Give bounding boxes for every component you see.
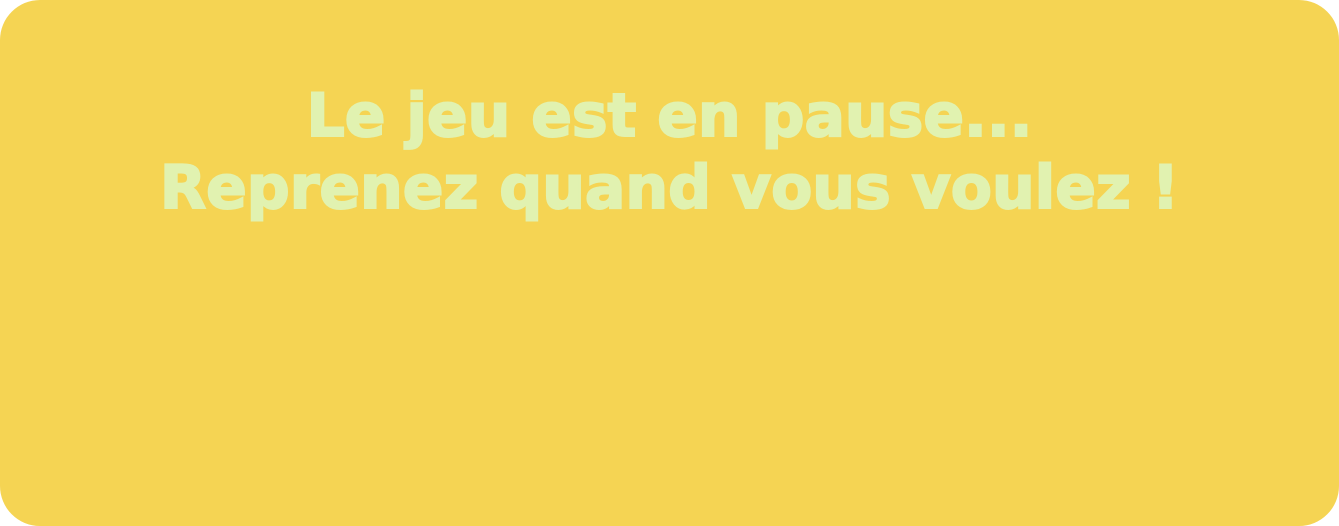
pause-message-line-1: Le jeu est en pause... — [306, 80, 1034, 152]
pause-overlay-panel: Le jeu est en pause... Reprenez quand vo… — [0, 0, 1339, 526]
pause-message-line-2: Reprenez quand vous voulez ! — [159, 152, 1180, 224]
pause-message: Le jeu est en pause... Reprenez quand vo… — [0, 80, 1339, 224]
